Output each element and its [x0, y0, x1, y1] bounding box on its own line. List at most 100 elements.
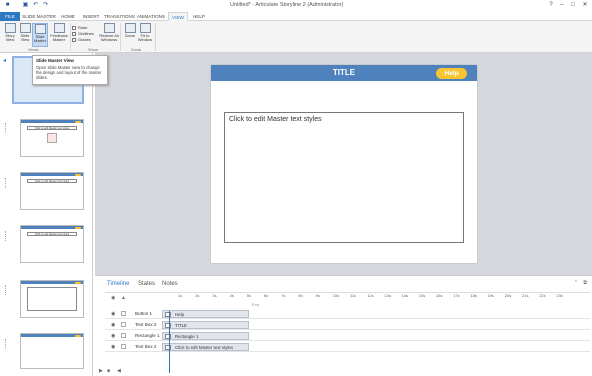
layout-thumbnail[interactable] — [20, 333, 84, 369]
restore-windows-icon — [103, 23, 115, 33]
tab-help[interactable]: HELP — [190, 12, 208, 21]
feedback-master-button[interactable]: Feedback Master — [49, 23, 69, 47]
help-window-button[interactable]: ? — [546, 1, 556, 10]
divider — [5, 339, 6, 349]
redo-icon[interactable]: ↷ — [42, 2, 49, 9]
tooltip-title: Slide Master View — [36, 58, 74, 63]
bar-label: Help — [175, 312, 185, 317]
layout-thumbnail[interactable] — [20, 280, 84, 318]
tab-view[interactable]: VIEW — [168, 12, 188, 21]
separator — [120, 23, 121, 51]
undo-icon[interactable]: ↶ — [32, 2, 39, 9]
show-group-label: Show — [88, 47, 99, 52]
playhead[interactable] — [169, 311, 170, 373]
tab-transitions[interactable]: TRANSITIONS — [104, 12, 135, 21]
ruler-tick: 15s — [418, 293, 426, 298]
tab-animations[interactable]: ANIMATIONS — [136, 12, 166, 21]
save-icon[interactable]: ▣ — [22, 2, 29, 9]
slide-master-label: Slide Master — [33, 34, 47, 44]
thumbnail-text: Click to edit Master text styles — [27, 232, 77, 236]
layout-thumbnail[interactable]: Click to edit Master text styles — [20, 225, 84, 263]
ruler-tick: 1s — [178, 293, 183, 298]
gridlines-label: Gridlines — [78, 31, 94, 36]
timeline-bar[interactable]: Rectangle 1 — [162, 332, 249, 340]
timeline-row[interactable]: ◉ Text Box 2 TITLE — [105, 320, 590, 330]
divider — [5, 178, 6, 188]
timeline-bar[interactable]: TITLE — [162, 321, 249, 329]
timeline-bar[interactable]: Help — [162, 310, 249, 318]
eye-icon[interactable]: ◉ — [111, 333, 115, 339]
timeline-grid: ◉ ▲ 1s 2s 3s 4s 5s 6s 7s 8s 9s 10s 11s 12s 13s 14s 15s… — [105, 292, 590, 373]
guides-checkbox[interactable]: Guides — [72, 37, 91, 42]
object-icon — [165, 323, 171, 328]
eye-icon[interactable]: ◉ — [111, 311, 115, 317]
eye-icon[interactable]: ◉ — [111, 322, 115, 328]
timeline-row[interactable]: ◉ Button 1 Help — [105, 309, 590, 319]
ruler-tick: 22s — [539, 293, 546, 298]
object-name: Rectangle 1 — [135, 333, 160, 338]
timeline-bar[interactable]: Click to edit Master text styles — [162, 343, 249, 351]
lock-toggle[interactable] — [121, 333, 126, 338]
end-marker: End — [252, 302, 260, 307]
tab-file[interactable]: FILE — [0, 12, 20, 21]
play-icon[interactable]: ▶ — [99, 368, 103, 374]
ruler-label: Ruler — [78, 25, 88, 30]
lock-toggle[interactable] — [121, 344, 126, 349]
help-button[interactable]: Help — [436, 68, 467, 79]
lock-toggle[interactable] — [121, 311, 126, 316]
zoom-slider-icon[interactable]: ◀ — [117, 368, 121, 374]
zoom-label: Zoom — [124, 33, 136, 38]
lock-toggle[interactable] — [121, 322, 126, 327]
tab-timeline[interactable]: Timeline — [107, 281, 129, 287]
zoom-button[interactable]: Zoom — [122, 23, 138, 47]
slide-canvas: TITLE Help Click to edit Master text sty… — [95, 53, 592, 275]
feedback-master-label: Feedback Master — [50, 33, 68, 43]
ruler-tick: 21s — [522, 293, 529, 298]
layout-thumbnail[interactable]: Click to edit Master text styles — [20, 119, 84, 157]
maximize-button[interactable]: □ — [568, 1, 578, 10]
ruler-checkbox[interactable]: Ruler — [72, 25, 88, 30]
tab-states[interactable]: States — [138, 281, 155, 287]
tab-insert[interactable]: INSERT — [80, 12, 102, 21]
fit-to-window-icon — [139, 23, 151, 33]
gridlines-checkbox[interactable]: Gridlines — [72, 31, 94, 36]
slide-view-button[interactable]: Slide View — [17, 23, 33, 47]
slide-header: TITLE Help — [211, 65, 477, 81]
zoom-icon — [124, 23, 136, 33]
collapse-panel-icon[interactable]: ⌃ — [574, 280, 578, 286]
tab-home[interactable]: HOME — [58, 12, 78, 21]
slide-master-button[interactable]: Slide Master — [32, 23, 48, 47]
guides-label: Guides — [78, 37, 91, 42]
timeline-row[interactable]: ◉ Text Box 2 Click to edit Master text sty… — [105, 342, 590, 352]
restore-windows-button[interactable]: Restore All Windows — [96, 23, 122, 47]
master-slide[interactable]: TITLE Help Click to edit Master text sty… — [211, 65, 477, 263]
ruler-tick: 23s — [556, 293, 563, 298]
ruler-tick: 17s — [453, 293, 460, 298]
slide-master-icon — [34, 24, 46, 34]
ruler-tick: 11s — [350, 293, 357, 298]
tab-slide-master[interactable]: SLIDE MASTER — [22, 12, 56, 21]
ruler-tick: 9s — [315, 293, 320, 298]
ruler-tick: 16s — [436, 293, 443, 298]
thumbnail-placeholder — [27, 287, 77, 311]
bar-label: Rectangle 1 — [175, 334, 199, 339]
popout-panel-icon[interactable]: ⧉ — [583, 280, 587, 286]
body-text: Click to edit Master text styles — [229, 116, 322, 123]
divider — [5, 285, 6, 295]
bar-label: Click to edit Master text styles — [175, 345, 234, 350]
stop-icon[interactable]: ■ — [107, 368, 110, 374]
eye-icon[interactable]: ◉ — [111, 344, 115, 350]
fit-to-window-button[interactable]: Fit to Window — [137, 23, 153, 47]
timeline-row[interactable]: ◉ Rectangle 1 Rectangle 1 — [105, 331, 590, 341]
layout-thumbnail[interactable]: Click to edit Master text styles — [20, 172, 84, 210]
tab-notes[interactable]: Notes — [162, 281, 178, 287]
separator — [70, 23, 71, 51]
story-view-button[interactable]: Story View — [2, 23, 18, 47]
body-text-placeholder[interactable]: Click to edit Master text styles — [224, 112, 464, 243]
thumbnail-text: Click to edit Master text styles — [27, 126, 77, 130]
collapse-arrow-icon[interactable]: ◂ — [3, 57, 6, 64]
views-group-label: Views — [28, 47, 39, 52]
close-button[interactable]: ✕ — [580, 1, 590, 10]
timeline-panel: Timeline States Notes ⌃ ⧉ ◉ ▲ 1s 2s 3s 4s 5s… — [95, 275, 592, 376]
minimize-button[interactable]: – — [557, 1, 567, 10]
